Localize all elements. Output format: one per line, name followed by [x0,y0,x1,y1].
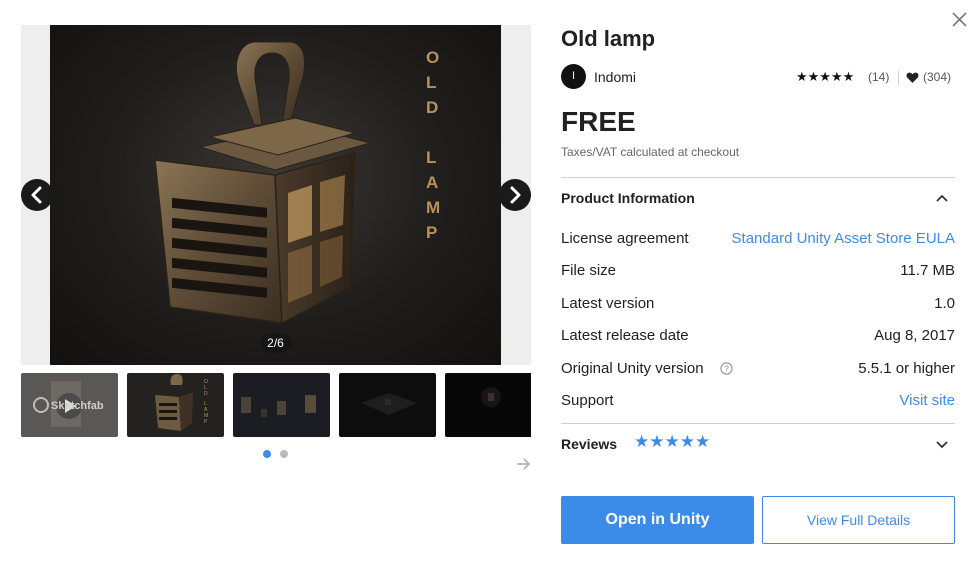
support-link[interactable]: Visit site [899,392,955,409]
help-icon[interactable]: ? [720,362,733,375]
divider [561,177,955,178]
next-image-button[interactable] [499,179,531,211]
image-viewer: O L D L A M P 2/6 [21,25,531,365]
view-full-details-button[interactable]: View Full Details [762,496,955,544]
expand-reviews-button[interactable] [934,436,950,452]
chevron-down-icon [936,441,948,449]
publisher-avatar: I [561,64,586,89]
latest-version-label: Latest version [561,295,655,312]
night-scene-thumbnail [445,373,531,437]
tax-note: Taxes/VAT calculated at checkout [561,145,740,159]
favorites-count: (304) [923,70,952,84]
image-counter: 2/6 [260,333,291,353]
arrow-right-icon [517,458,531,470]
thumbnail-4[interactable] [339,373,436,437]
latest-version-value: 1.0 [934,295,955,312]
svg-text:O: O [426,48,439,67]
thumbnail-5[interactable] [445,373,531,437]
open-in-unity-button[interactable]: Open in Unity [561,496,754,544]
svg-text:M: M [426,198,440,217]
divider [561,423,955,424]
sketchfab-preview-thumbnail: Sketchfab [21,373,118,437]
chevron-right-icon [510,186,521,204]
lamp-closeup-thumbnail: OLD LAMP [127,373,224,437]
rating-divider [898,71,899,85]
support-label: Support [561,392,614,409]
rating-count[interactable]: (14) [868,70,889,84]
thumbnail-3[interactable] [233,373,330,437]
rating-stars[interactable]: ★★★★★ [796,69,854,85]
previous-image-button[interactable] [21,179,53,211]
dark-scene-thumbnail [339,373,436,437]
product-title: Old lamp [561,26,656,51]
svg-text:A: A [426,173,438,192]
reviews-stars: ★★★★★ [634,432,711,451]
price: FREE [561,106,636,137]
svg-text:?: ? [724,364,729,374]
pagination-dot-1[interactable] [263,450,271,458]
license-agreement-link[interactable]: Standard Unity Asset Store EULA [732,230,955,247]
thumbnail-1[interactable]: Sketchfab [21,373,118,437]
product-information-heading[interactable]: Product Information [561,190,695,206]
thumbnail-2[interactable]: OLD LAMP [127,373,224,437]
original-unity-version-value: 5.5.1 or higher [858,360,955,377]
chevron-up-icon [936,194,948,202]
license-agreement-label: License agreement [561,230,689,247]
original-unity-version-label: Original Unity version [561,360,704,377]
close-button[interactable] [950,10,970,30]
latest-release-date-label: Latest release date [561,327,689,344]
thumbnail-strip: Sketchfab OLD LAMP [21,373,531,437]
carousel-pagination [263,450,293,460]
pagination-dot-2[interactable] [280,450,288,458]
reviews-heading[interactable]: Reviews [561,436,617,452]
lamp-group-thumbnail [233,373,330,437]
svg-text:D: D [204,391,208,397]
svg-text:L: L [426,73,436,92]
collapse-product-info-button[interactable] [934,190,950,206]
heart-icon[interactable] [906,71,919,84]
svg-text:Sketchfab: Sketchfab [51,400,104,412]
close-icon [952,12,967,27]
publisher-link[interactable]: Indomi [594,69,636,85]
main-preview-image[interactable]: O L D L A M P 2/6 [50,25,501,365]
latest-release-date-value: Aug 8, 2017 [874,327,955,344]
file-size-value: 11.7 MB [900,262,955,279]
rating-summary: ★★★★★ (14) (304) [796,69,956,86]
thumbnail-next-button[interactable] [514,455,532,473]
svg-text:P: P [426,223,437,242]
svg-text:D: D [426,98,438,117]
lamp-render-image: O L D L A M P [154,41,440,325]
chevron-left-icon [31,186,42,204]
file-size-label: File size [561,262,617,279]
svg-text:L: L [426,148,436,167]
